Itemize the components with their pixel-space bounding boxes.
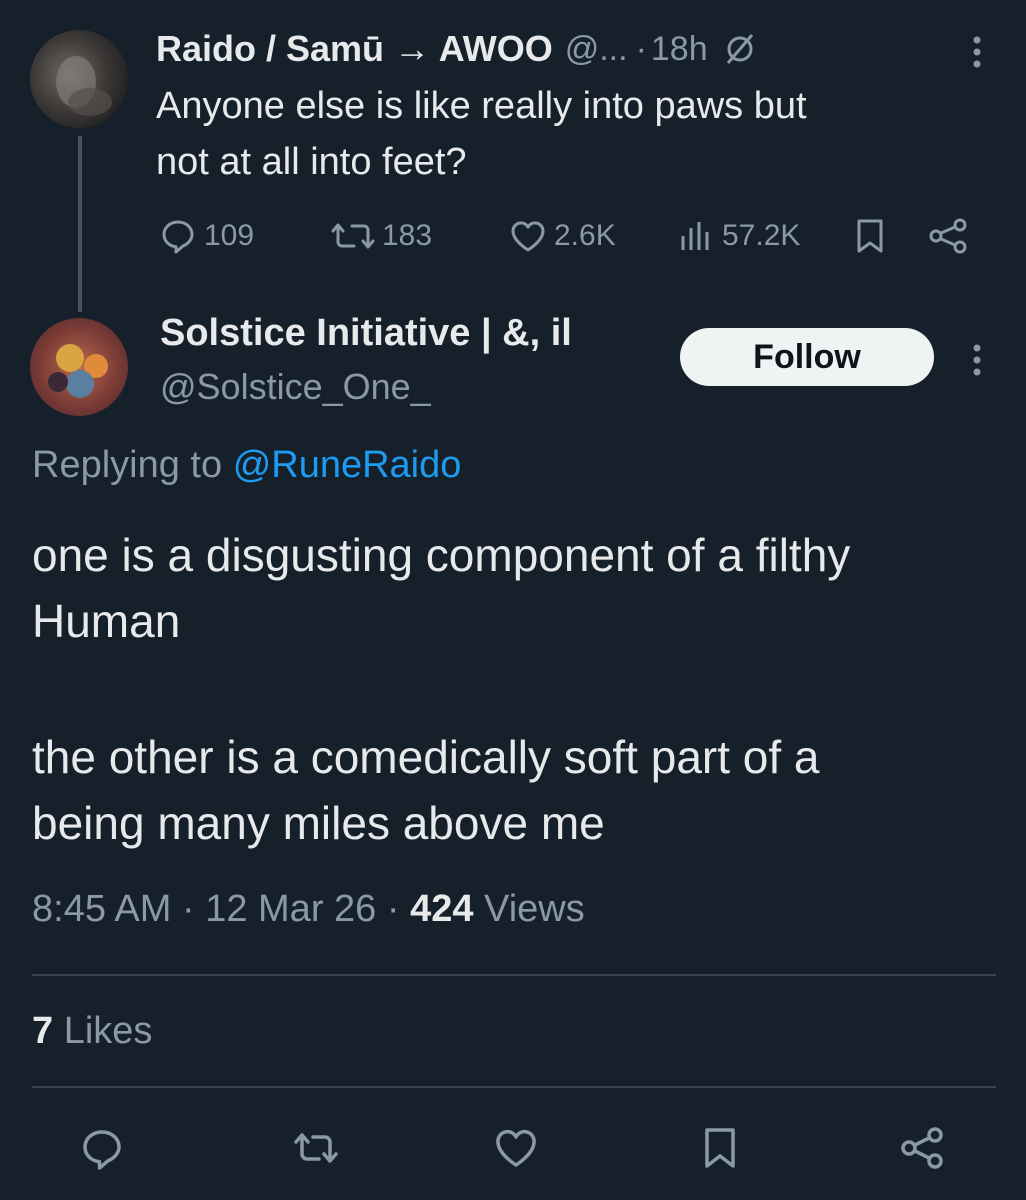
repost-icon[interactable] [292,1124,340,1172]
share-icon [929,218,967,254]
views-icon [681,222,709,250]
reply-author-handle[interactable]: @Solstice_One_ [160,366,431,408]
replying-to-handle-link[interactable]: @RuneRaido [233,444,462,486]
likes-summary[interactable]: 7 Likes [32,1010,152,1053]
share-icon[interactable] [898,1124,946,1172]
parent-bookmark-button[interactable] [850,216,896,256]
reply-author-name[interactable]: Solstice Initiative | &, il [160,312,572,355]
replying-to-prefix: Replying to [32,444,223,486]
avatar-image [48,344,108,398]
parent-header-separator: · [635,29,647,68]
bookmark-icon[interactable] [696,1124,744,1172]
meta-separator: · [181,888,195,930]
muted-icon [726,34,753,64]
reply-text-paragraph-1: one is a disgusting component of a filth… [32,529,851,647]
parent-more-icon[interactable] [962,32,992,72]
like-icon[interactable] [492,1124,540,1172]
follow-button[interactable]: Follow [680,328,934,386]
divider [32,1086,996,1088]
replying-to-line: Replying to @RuneRaido [32,444,461,487]
parent-author-avatar[interactable] [30,30,128,128]
post-date[interactable]: 12 Mar 26 [205,888,376,930]
reply-author-avatar[interactable] [30,318,128,416]
parent-like-button[interactable]: 2.6K [508,216,616,256]
views-count: 424 [410,888,474,930]
parent-share-button[interactable] [926,216,976,256]
like-icon [511,221,545,252]
parent-repost-count: 183 [382,219,433,252]
post-time[interactable]: 8:45 AM [32,888,171,930]
views-label: Views [484,888,585,930]
meta-separator: · [386,888,400,930]
parent-tweet-time[interactable]: 18h [651,30,708,69]
parent-like-count: 2.6K [554,219,616,252]
parent-reply-button[interactable]: 109 [158,216,254,256]
parent-tweet-text: Anyone else is like really into paws but… [156,85,807,183]
parent-author-handle[interactable]: @... [565,30,628,69]
parent-author-name[interactable]: Raido / Samū → AWOO [156,28,553,70]
parent-tweet-header: Raido / Samū → AWOO @... · 18h [156,24,758,74]
repost-icon [331,223,375,249]
avatar-image [56,56,112,116]
parent-view-count: 57.2K [722,219,801,252]
parent-views-button[interactable]: 57.2K [676,216,800,256]
reply-icon[interactable] [78,1124,126,1172]
reply-more-icon[interactable] [962,340,992,380]
reply-text-paragraph-2: the other is a comedically soft part of … [32,731,820,849]
parent-reply-count: 109 [204,219,255,252]
thread-connector-line [78,136,82,312]
divider [32,974,996,976]
parent-repost-button[interactable]: 183 [330,216,432,256]
post-metadata: 8:45 AM · 12 Mar 26 · 424 Views [32,888,585,931]
likes-count: 7 [32,1010,54,1052]
likes-label: Likes [63,1010,153,1052]
reply-icon [162,220,194,254]
bookmark-icon [857,219,883,253]
